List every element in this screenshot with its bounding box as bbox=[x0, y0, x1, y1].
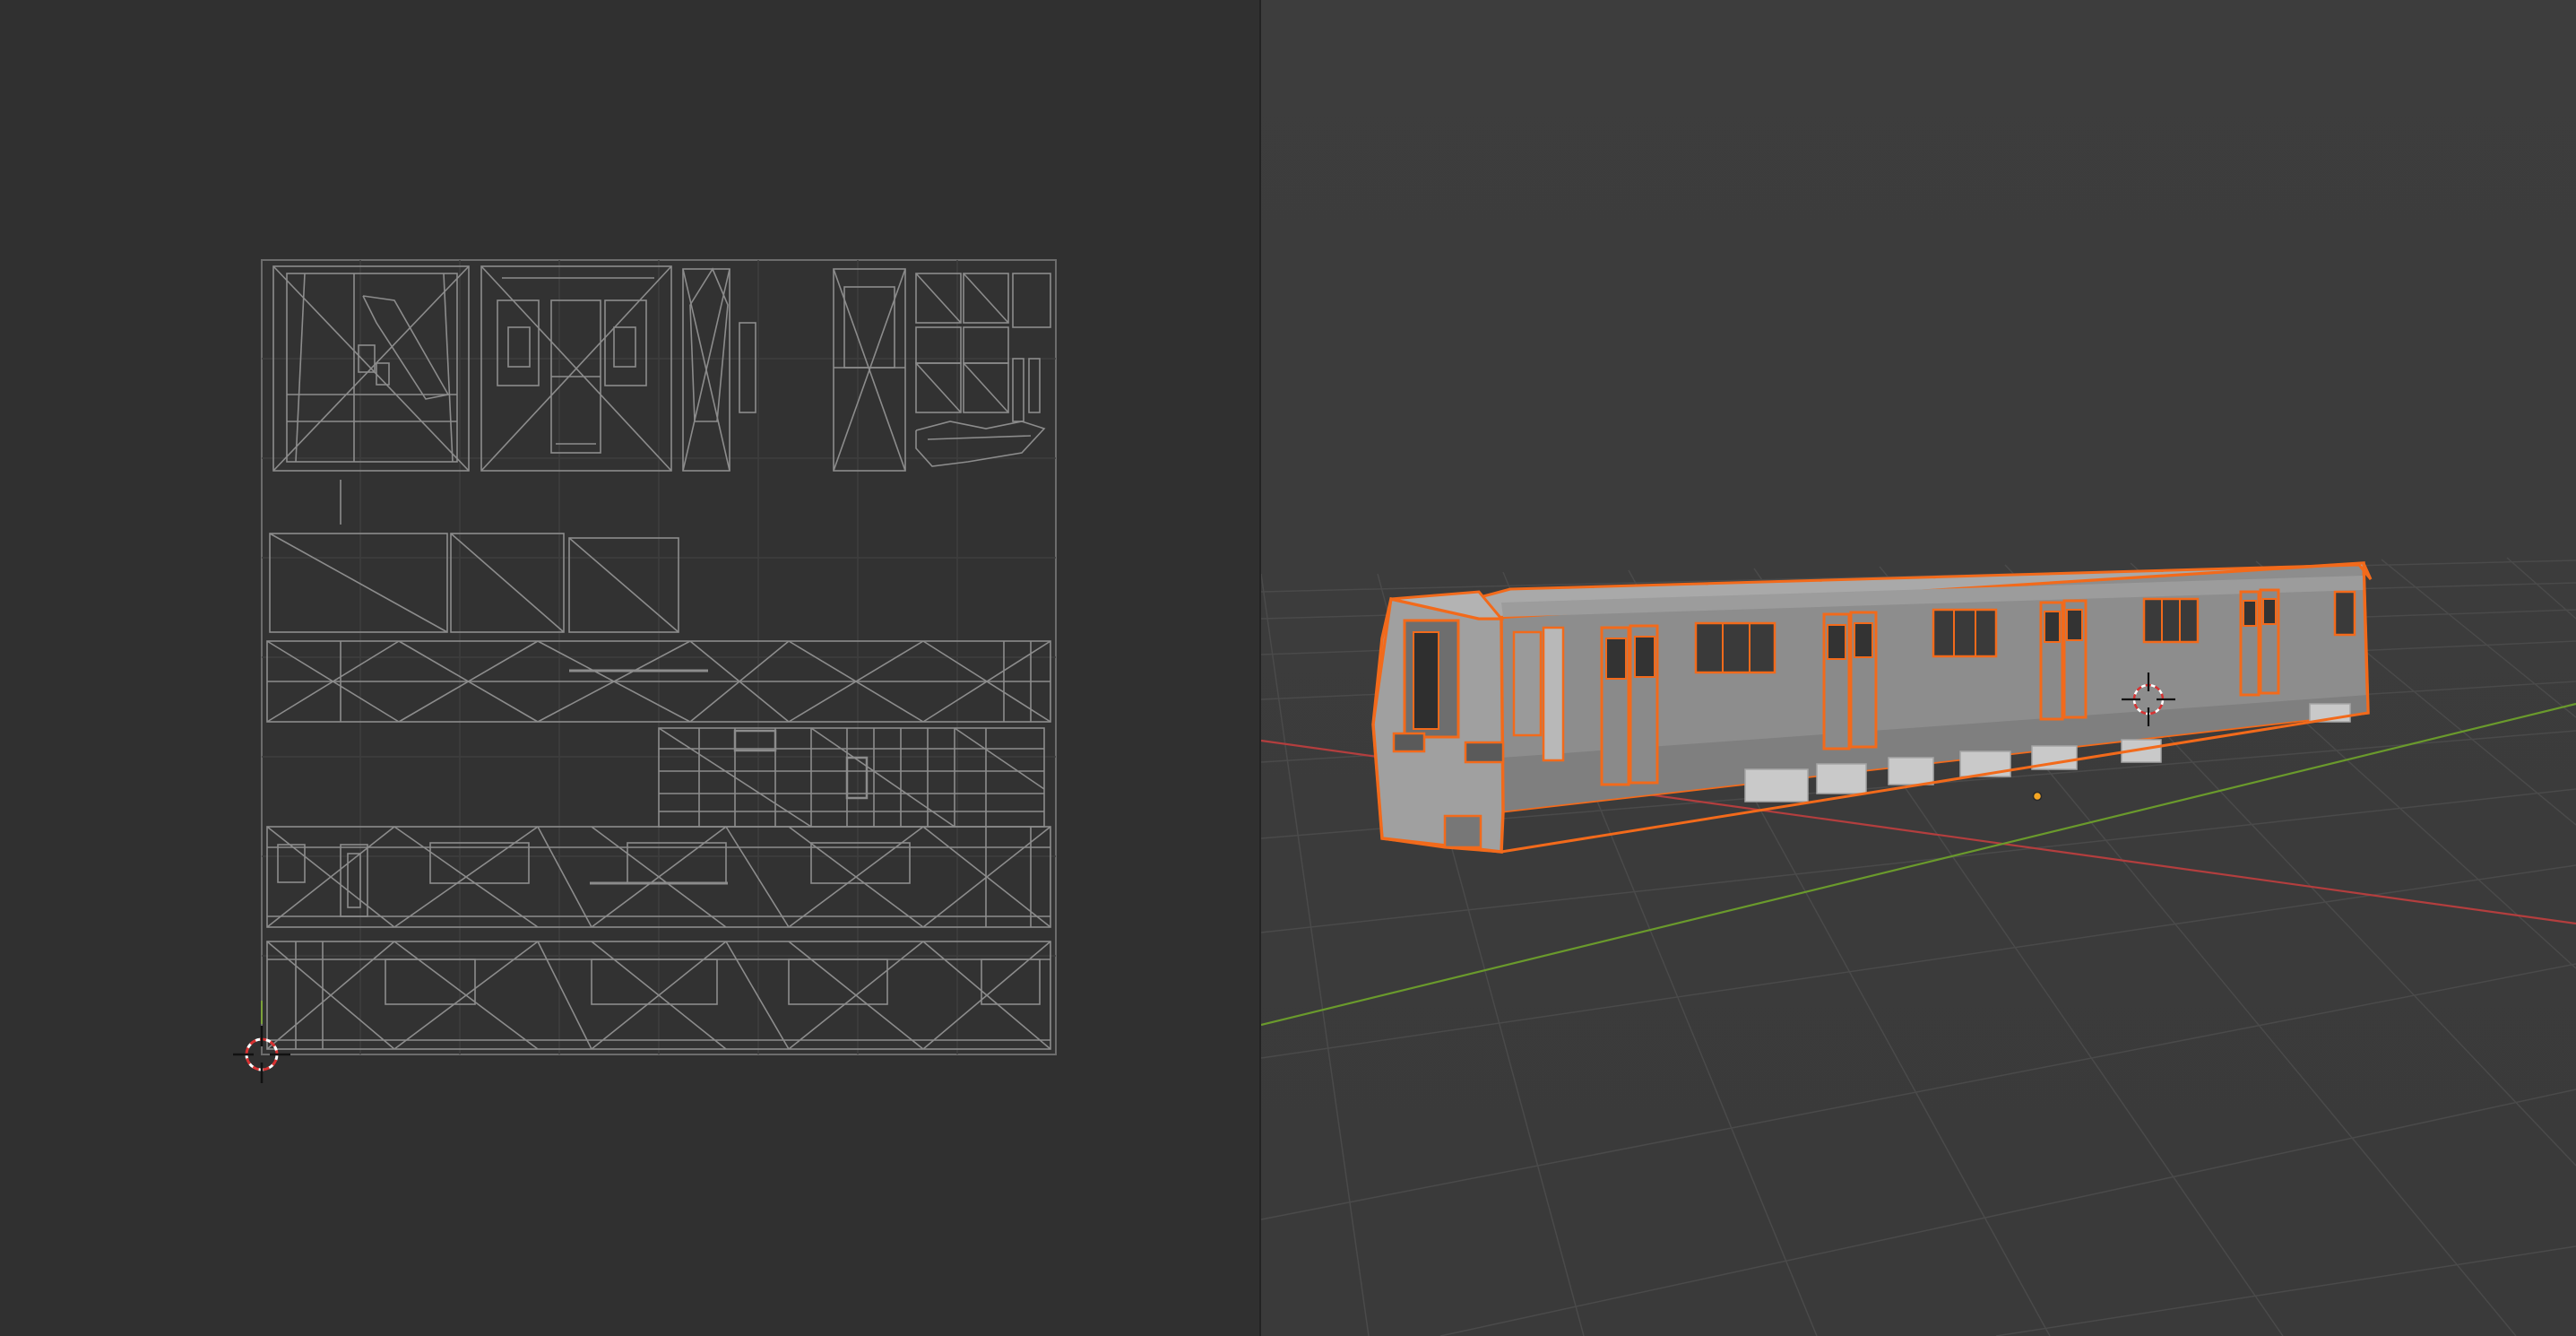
uv-editor-canvas[interactable] bbox=[0, 0, 1261, 1336]
3d-viewport-canvas[interactable] bbox=[1261, 0, 2576, 1336]
origin-dot-icon[interactable] bbox=[2032, 791, 2043, 802]
blender-window bbox=[0, 0, 2576, 1336]
uv-editor-area[interactable] bbox=[0, 0, 1261, 1336]
3d-viewport-area[interactable] bbox=[1261, 0, 2576, 1336]
